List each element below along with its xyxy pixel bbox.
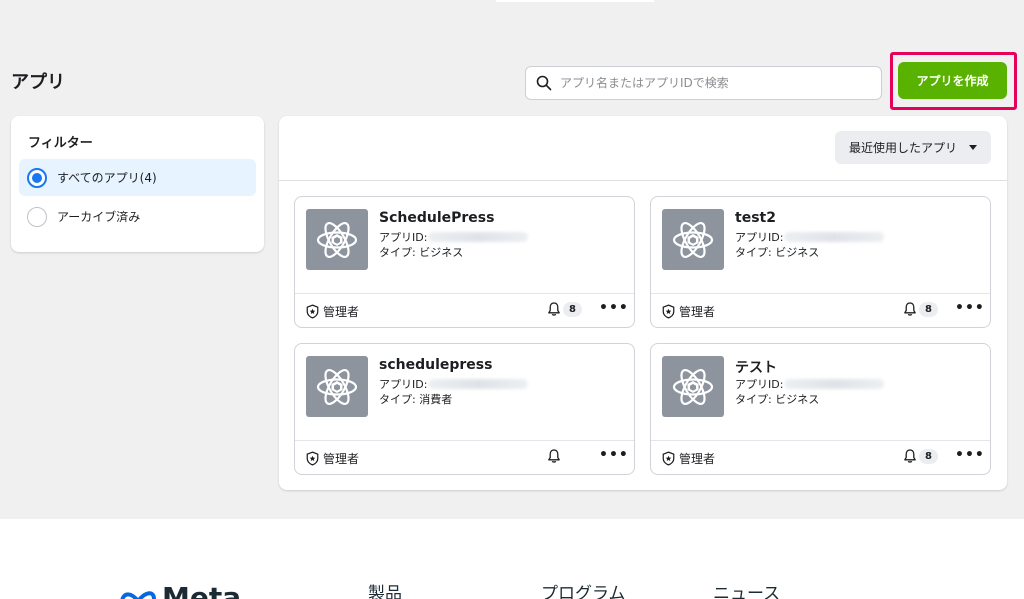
app-type: タイプ: ビジネス (735, 393, 820, 406)
role-label: 管理者 (679, 305, 716, 319)
top-bar-fragment (496, 0, 654, 2)
card-divider (651, 440, 990, 441)
radio-unselected-icon[interactable] (27, 206, 47, 227)
app-icon[interactable] (662, 209, 724, 270)
app-role: 管理者 (305, 450, 359, 467)
app-id-label: アプリID: (735, 231, 784, 244)
notification-count-badge: 8 (563, 301, 582, 317)
app-card[interactable]: SchedulePress アプリID: タイプ: ビジネス管理者 8 ••• (294, 196, 635, 328)
more-options-button[interactable]: ••• (599, 300, 629, 316)
bell-icon (904, 449, 916, 463)
radio-selected-icon[interactable] (27, 167, 47, 188)
footer-link-products[interactable]: 製品 (368, 579, 402, 599)
app-role: 管理者 (305, 303, 359, 320)
shield-star-icon (306, 304, 319, 319)
filter-panel: フィルター すべてのアプリ(4) アーカイブ済み (11, 116, 264, 252)
bell-icon (548, 302, 560, 316)
app-name[interactable]: test2 (735, 210, 776, 226)
app-name[interactable]: テスト (735, 357, 777, 377)
app-atom-icon (316, 368, 358, 405)
app-icon[interactable] (306, 356, 368, 417)
app-id-label: アプリID: (379, 378, 428, 391)
app-id-redacted (428, 379, 529, 389)
more-options-button[interactable]: ••• (955, 447, 985, 463)
app-icon[interactable] (306, 209, 368, 270)
meta-logo-text: Meta (162, 581, 242, 599)
card-divider (651, 293, 990, 294)
sort-label: 最近使用したアプリ (848, 141, 957, 155)
footer-link-news[interactable]: ニュース (713, 579, 780, 599)
card-divider (295, 293, 634, 294)
app-type: タイプ: ビジネス (379, 246, 464, 259)
app-role: 管理者 (661, 303, 715, 320)
more-options-button[interactable]: ••• (955, 300, 985, 316)
app-id: アプリID: (735, 229, 885, 245)
caret-down-icon (969, 145, 977, 150)
filter-option-label: アーカイブ済み (57, 210, 141, 224)
app-id-label: アプリID: (735, 378, 784, 391)
create-app-button[interactable]: アプリを作成 (898, 62, 1007, 99)
app-card[interactable]: test2 アプリID: タイプ: ビジネス管理者 8 ••• (650, 196, 991, 328)
app-type: タイプ: 消費者 (379, 393, 453, 406)
shield-star-icon (306, 451, 319, 466)
app-card[interactable]: テスト アプリID: タイプ: ビジネス管理者 8 ••• (650, 343, 991, 475)
app-id-redacted (784, 379, 885, 389)
notifications-button[interactable] (546, 448, 562, 464)
page-title: アプリ (11, 72, 65, 93)
app-name[interactable]: schedulepress (379, 357, 492, 373)
filter-option-label: すべてのアプリ(4) (57, 171, 157, 185)
notifications-button[interactable]: 8 (902, 301, 938, 317)
footer-link-programs[interactable]: プログラム (541, 579, 626, 599)
app-id: アプリID: (379, 229, 529, 245)
app-id-redacted (428, 232, 529, 242)
app-atom-icon (672, 368, 714, 405)
app-id-label: アプリID: (379, 231, 428, 244)
app-type: タイプ: ビジネス (735, 246, 820, 259)
search-box[interactable] (525, 66, 882, 100)
filter-option-all-apps[interactable]: すべてのアプリ(4) (19, 159, 256, 196)
bell-icon (548, 449, 560, 463)
more-options-button[interactable]: ••• (599, 447, 629, 463)
app-id-redacted (784, 232, 885, 242)
filter-option-archived[interactable]: アーカイブ済み (19, 198, 256, 235)
notifications-button[interactable]: 8 (546, 301, 582, 317)
app-id: アプリID: (735, 376, 885, 392)
filter-title: フィルター (28, 136, 93, 151)
shield-star-icon (662, 304, 675, 319)
app-id: アプリID: (379, 376, 529, 392)
notification-count-badge: 8 (919, 448, 938, 464)
bell-icon (904, 302, 916, 316)
app-atom-icon (316, 221, 358, 258)
search-icon (536, 75, 552, 91)
app-name[interactable]: SchedulePress (379, 210, 494, 226)
notification-count-badge: 8 (919, 301, 938, 317)
role-label: 管理者 (679, 452, 716, 466)
app-atom-icon (672, 221, 714, 258)
sort-dropdown[interactable]: 最近使用したアプリ (834, 131, 991, 164)
footer: Meta 製品 プログラム ニュース (0, 519, 1024, 599)
app-icon[interactable] (662, 356, 724, 417)
meta-infinity-icon (120, 591, 157, 599)
notifications-button[interactable]: 8 (902, 448, 938, 464)
search-input[interactable] (560, 76, 860, 90)
card-divider (295, 440, 634, 441)
shield-star-icon (662, 451, 675, 466)
meta-logo[interactable]: Meta (118, 581, 241, 599)
app-role: 管理者 (661, 450, 715, 467)
app-card[interactable]: schedulepress アプリID: タイプ: 消費者管理者 ••• (294, 343, 635, 475)
divider (279, 180, 1007, 181)
role-label: 管理者 (323, 305, 360, 319)
role-label: 管理者 (323, 452, 360, 466)
